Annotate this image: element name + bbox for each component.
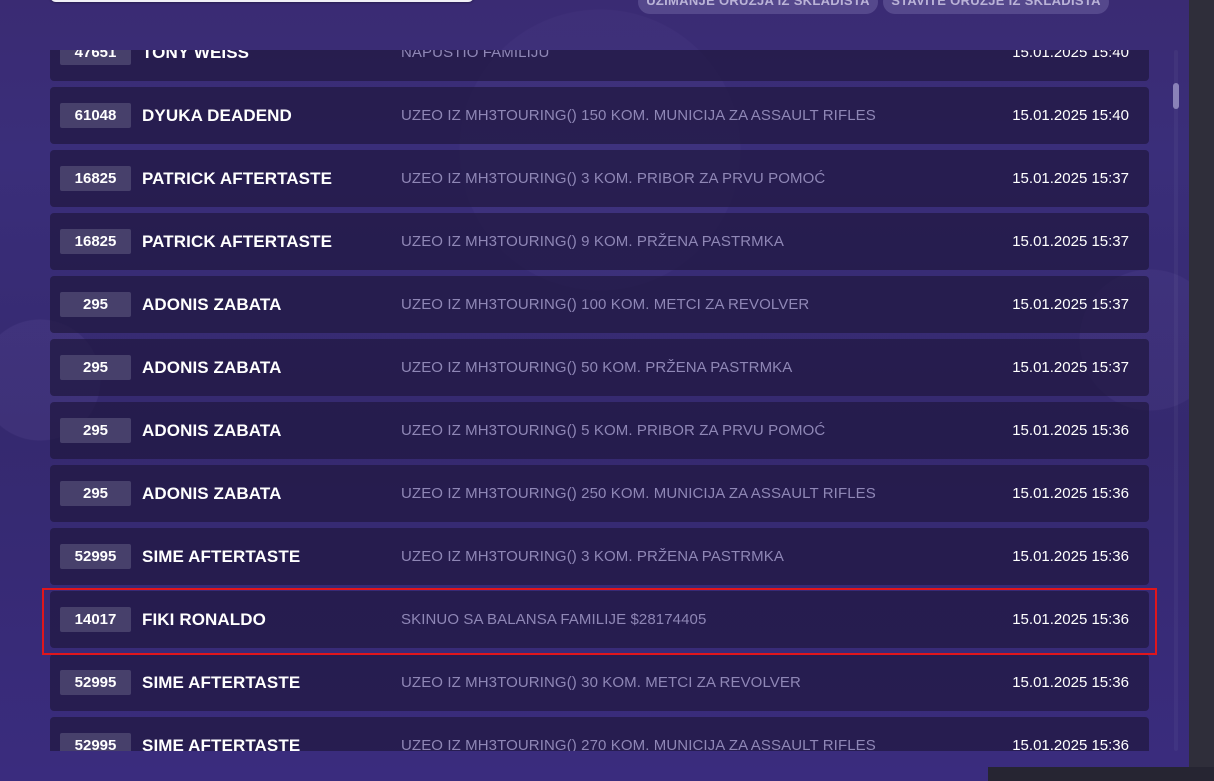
log-row: 14017 FIKI RONALDO SKINUO SA BALANSA FAMIL…: [50, 591, 1149, 648]
bottom-right-bar: [988, 767, 1214, 781]
log-action: UZEO IZ MH3TOURING() 30 KOM. METCI ZA RE…: [401, 674, 801, 691]
player-id-badge: 295: [60, 481, 131, 506]
log-row: 47651 TONY WEISS NAPUSTIO FAMILIJU 15.01.20…: [50, 50, 1149, 81]
take-weapons-button[interactable]: UZIMANJE ORUŽJA IZ SKLADIŠTA: [638, 0, 878, 14]
player-id-badge: 295: [60, 418, 131, 443]
log-action: UZEO IZ MH3TOURING() 3 KOM. PRŽENA PASTR…: [401, 548, 784, 565]
log-row: 52995 SIME AFTERTASTE UZEO IZ MH3TOURING()…: [50, 654, 1149, 711]
log-timestamp: 15.01.2025 15:37: [1012, 233, 1129, 250]
player-name: ADONIS ZABATA: [142, 483, 282, 503]
log-row: 52995 SIME AFTERTASTE UZEO IZ MH3TOURING()…: [50, 717, 1149, 751]
log-action: UZEO IZ MH3TOURING() 150 KOM. MUNICIJA Z…: [401, 107, 876, 124]
log-timestamp: 15.01.2025 15:36: [1012, 548, 1129, 565]
store-weapons-button[interactable]: STAVITE ORUŽJE IZ SKLADIŠTA: [883, 0, 1109, 14]
log-timestamp: 15.01.2025 15:36: [1012, 611, 1129, 628]
player-id-badge: 61048: [60, 103, 131, 128]
player-id-badge: 16825: [60, 166, 131, 191]
log-action: UZEO IZ MH3TOURING() 5 KOM. PRIBOR ZA PR…: [401, 422, 826, 439]
top-bar: UZIMANJE ORUŽJA IZ SKLADIŠTA STAVITE ORU…: [0, 0, 1189, 50]
player-name: ADONIS ZABATA: [142, 294, 282, 314]
log-timestamp: 15.01.2025 15:36: [1012, 674, 1129, 691]
player-name: TONY WEISS: [142, 50, 250, 62]
player-name: SIME AFTERTASTE: [142, 735, 301, 752]
player-name: PATRICK AFTERTASTE: [142, 231, 333, 251]
log-row: 295 ADONIS ZABATA UZEO IZ MH3TOURING() 5 K…: [50, 402, 1149, 459]
log-action: NAPUSTIO FAMILIJU: [401, 50, 550, 61]
scrollbar[interactable]: [1172, 50, 1180, 751]
log-row: 16825 PATRICK AFTERTASTE UZEO IZ MH3TOURIN…: [50, 150, 1149, 207]
search-input[interactable]: [50, 0, 474, 2]
player-name: FIKI RONALDO: [142, 609, 266, 629]
player-id-badge: 14017: [60, 607, 131, 632]
log-action: UZEO IZ MH3TOURING() 9 KOM. PRŽENA PASTR…: [401, 233, 784, 250]
log-action: UZEO IZ MH3TOURING() 3 KOM. PRIBOR ZA PR…: [401, 170, 826, 187]
log-row: 52995 SIME AFTERTASTE UZEO IZ MH3TOURING()…: [50, 528, 1149, 585]
player-name: SIME AFTERTASTE: [142, 672, 301, 692]
player-name: ADONIS ZABATA: [142, 357, 282, 377]
right-edge-strip: [1189, 0, 1214, 781]
log-timestamp: 15.01.2025 15:37: [1012, 170, 1129, 187]
log-timestamp: 15.01.2025 15:36: [1012, 485, 1129, 502]
log-row: 295 ADONIS ZABATA UZEO IZ MH3TOURING() 50 …: [50, 339, 1149, 396]
log-action: UZEO IZ MH3TOURING() 270 KOM. MUNICIJA Z…: [401, 737, 876, 751]
player-id-badge: 52995: [60, 733, 131, 751]
log-row: 295 ADONIS ZABATA UZEO IZ MH3TOURING() 250…: [50, 465, 1149, 522]
log-row: 16825 PATRICK AFTERTASTE UZEO IZ MH3TOURIN…: [50, 213, 1149, 270]
player-name: SIME AFTERTASTE: [142, 546, 301, 566]
log-action: UZEO IZ MH3TOURING() 250 KOM. MUNICIJA Z…: [401, 485, 876, 502]
log-timestamp: 15.01.2025 15:37: [1012, 296, 1129, 313]
log-row: 295 ADONIS ZABATA UZEO IZ MH3TOURING() 100…: [50, 276, 1149, 333]
log-timestamp: 15.01.2025 15:40: [1012, 50, 1129, 61]
player-id-badge: 295: [60, 355, 131, 380]
log-row: 61048 DYUKA DEADEND UZEO IZ MH3TOURING() 1…: [50, 87, 1149, 144]
family-log-panel: 47651 TONY WEISS NAPUSTIO FAMILIJU 15.01.20…: [0, 50, 1189, 751]
player-id-badge: 47651: [60, 50, 131, 65]
scroll-thumb[interactable]: [1173, 83, 1179, 109]
player-id-badge: 16825: [60, 229, 131, 254]
log-timestamp: 15.01.2025 15:36: [1012, 737, 1129, 751]
scroll-track[interactable]: [1174, 50, 1178, 751]
log-timestamp: 15.01.2025 15:37: [1012, 359, 1129, 376]
log-timestamp: 15.01.2025 15:36: [1012, 422, 1129, 439]
player-name: PATRICK AFTERTASTE: [142, 168, 333, 188]
log-action: UZEO IZ MH3TOURING() 100 KOM. METCI ZA R…: [401, 296, 810, 313]
log-action: UZEO IZ MH3TOURING() 50 KOM. PRŽENA PAST…: [401, 359, 793, 376]
log-action: SKINUO SA BALANSA FAMILIJE $28174405: [401, 611, 707, 628]
player-id-badge: 295: [60, 292, 131, 317]
player-name: ADONIS ZABATA: [142, 420, 282, 440]
player-id-badge: 52995: [60, 544, 131, 569]
log-timestamp: 15.01.2025 15:40: [1012, 107, 1129, 124]
player-id-badge: 52995: [60, 670, 131, 695]
player-name: DYUKA DEADEND: [142, 105, 292, 125]
